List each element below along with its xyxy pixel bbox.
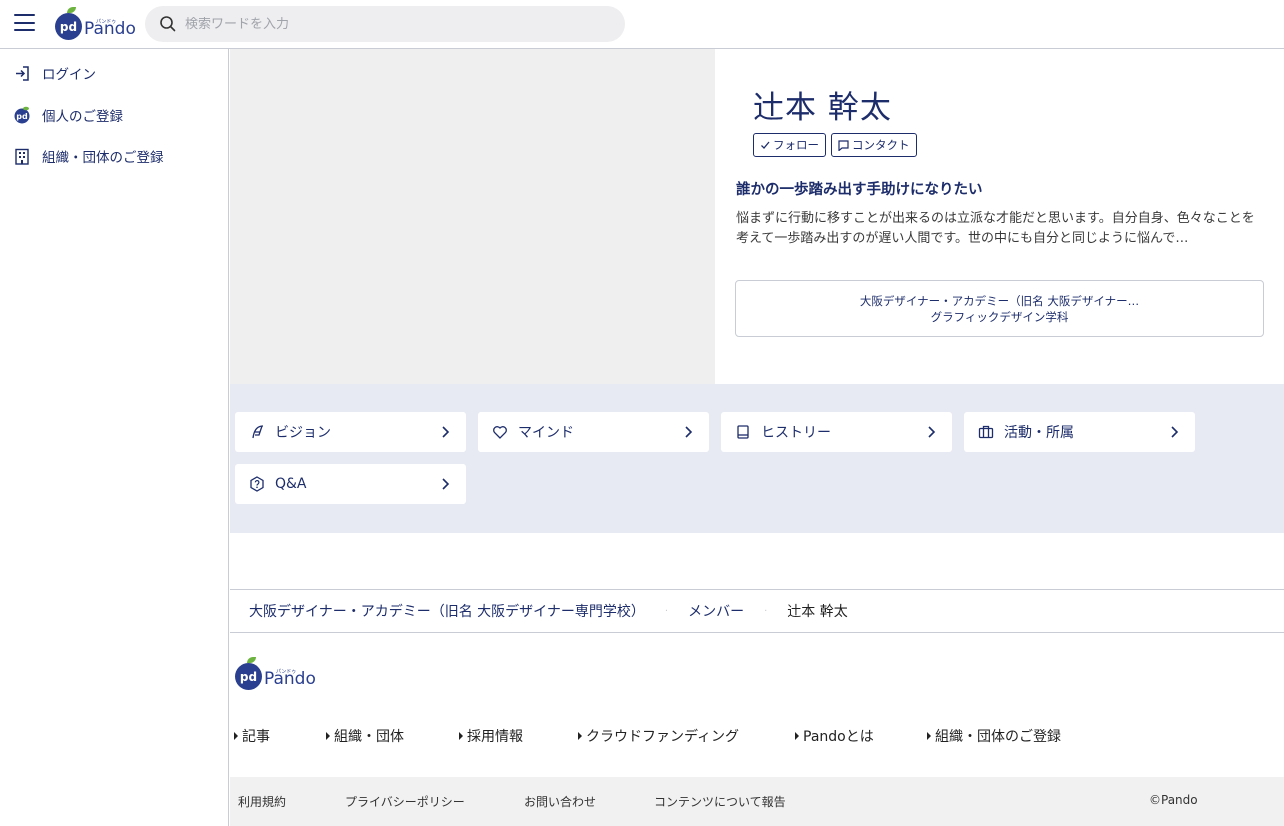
sidebar-item-personal-register[interactable]: pd 個人のご登録 <box>13 105 123 125</box>
book-icon <box>735 424 751 440</box>
tile-mind[interactable]: マインド <box>478 412 709 452</box>
profile-intro: 悩まずに行動に移すことが出来るのは立派な才能だと思います。自分自身、色々なことを… <box>736 211 1255 246</box>
tile-history[interactable]: ヒストリー <box>721 412 952 452</box>
logo-mark: pd <box>235 657 262 690</box>
footer-logo[interactable]: pd パンドゥ Pando <box>235 657 316 690</box>
search-input[interactable] <box>185 16 605 32</box>
tile-qa[interactable]: Q&A <box>235 464 466 504</box>
sidebar-item-login[interactable]: ログイン <box>13 63 96 83</box>
breadcrumb: 大阪デザイナー・アカデミー（旧名 大阪デザイナー専門学校） · メンバー · 辻… <box>230 589 1284 633</box>
search-bar[interactable] <box>145 6 625 42</box>
heart-icon <box>492 424 508 440</box>
tile-vision[interactable]: ビジョン <box>235 412 466 452</box>
login-icon <box>13 64 31 82</box>
footer-terms-link[interactable]: 利用規約 <box>238 793 286 810</box>
footer-link-about[interactable]: Pandoとは <box>795 726 874 746</box>
pando-logo[interactable]: pd パンドゥ Pando <box>55 7 136 40</box>
qa-icon <box>249 476 265 492</box>
chevron-right-icon <box>1171 426 1179 438</box>
sidebar-item-label: ログイン <box>42 67 96 83</box>
footer-report-link[interactable]: コンテンツについて報告 <box>654 793 786 810</box>
check-icon <box>761 141 770 149</box>
affiliation-dept: グラフィックデザイン学科 <box>930 309 1069 324</box>
feather-icon <box>249 424 265 440</box>
breadcrumb-members[interactable]: メンバー <box>688 601 744 621</box>
contact-button[interactable]: コンタクト <box>831 133 917 157</box>
sidebar-item-org-register[interactable]: 組織・団体のご登録 <box>13 146 164 166</box>
top-header: pd パンドゥ Pando <box>0 0 1284 49</box>
footer-link-articles[interactable]: 記事 <box>234 726 270 746</box>
profile-section-tiles: ビジョン マインド ヒストリー 活動・所属 Q&A <box>230 384 1284 533</box>
copyright: ©Pando <box>1149 793 1198 807</box>
chevron-right-icon <box>928 426 936 438</box>
footer-contact-link[interactable]: お問い合わせ <box>524 793 596 810</box>
profile-cover-image <box>230 49 715 384</box>
search-icon <box>160 16 176 32</box>
profile-panel: 辻本 幹太 フォロー コンタクト 誰かの一歩踏み出す手助けになりたい 悩まずに行… <box>715 49 1284 384</box>
logo-mark: pd <box>55 7 82 40</box>
breadcrumb-separator: · <box>664 605 669 617</box>
chevron-right-icon <box>442 478 450 490</box>
footer-bottom-bar: 利用規約 プライバシーポリシー お問い合わせ コンテンツについて報告 ©Pand… <box>230 777 1284 826</box>
sidebar: ログイン pd 個人のご登録 組織・団体のご登録 <box>0 49 229 826</box>
footer-link-org-register[interactable]: 組織・団体のご登録 <box>927 726 1061 746</box>
menu-icon[interactable] <box>14 14 35 31</box>
pando-logo-icon: pd <box>13 106 31 124</box>
sidebar-item-label: 組織・団体のご登録 <box>42 150 164 166</box>
breadcrumb-current: 辻本 幹太 <box>787 604 848 620</box>
chevron-right-icon <box>442 426 450 438</box>
briefcase-icon <box>978 424 994 440</box>
chat-icon <box>838 139 849 151</box>
affiliation-card[interactable]: 大阪デザイナー・アカデミー（旧名 大阪デザイナー… グラフィックデザイン学科 <box>735 280 1264 337</box>
affiliation-org: 大阪デザイナー・アカデミー（旧名 大阪デザイナー… <box>859 293 1140 308</box>
tile-activities[interactable]: 活動・所属 <box>964 412 1195 452</box>
logo-text: パンドゥ Pando <box>84 19 136 39</box>
footer-link-recruiting[interactable]: 採用情報 <box>459 726 523 746</box>
footer-privacy-link[interactable]: プライバシーポリシー <box>345 793 465 810</box>
chevron-right-icon <box>685 426 693 438</box>
profile-catchphrase: 誰かの一歩踏み出す手助けになりたい <box>736 182 983 198</box>
sidebar-item-label: 個人のご登録 <box>42 109 123 125</box>
footer-link-crowdfunding[interactable]: クラウドファンディング <box>578 726 739 746</box>
breadcrumb-org[interactable]: 大阪デザイナー・アカデミー（旧名 大阪デザイナー専門学校） <box>249 601 645 621</box>
breadcrumb-separator: · <box>764 605 768 617</box>
follow-button[interactable]: フォロー <box>753 133 826 157</box>
svg-text:pd: pd <box>16 112 28 121</box>
profile-name: 辻本 幹太 <box>753 90 892 126</box>
building-icon <box>13 147 31 165</box>
profile-actions: フォロー コンタクト <box>753 133 917 157</box>
footer-link-organizations[interactable]: 組織・団体 <box>326 726 404 746</box>
logo-text: パンドゥ Pando <box>264 669 316 689</box>
